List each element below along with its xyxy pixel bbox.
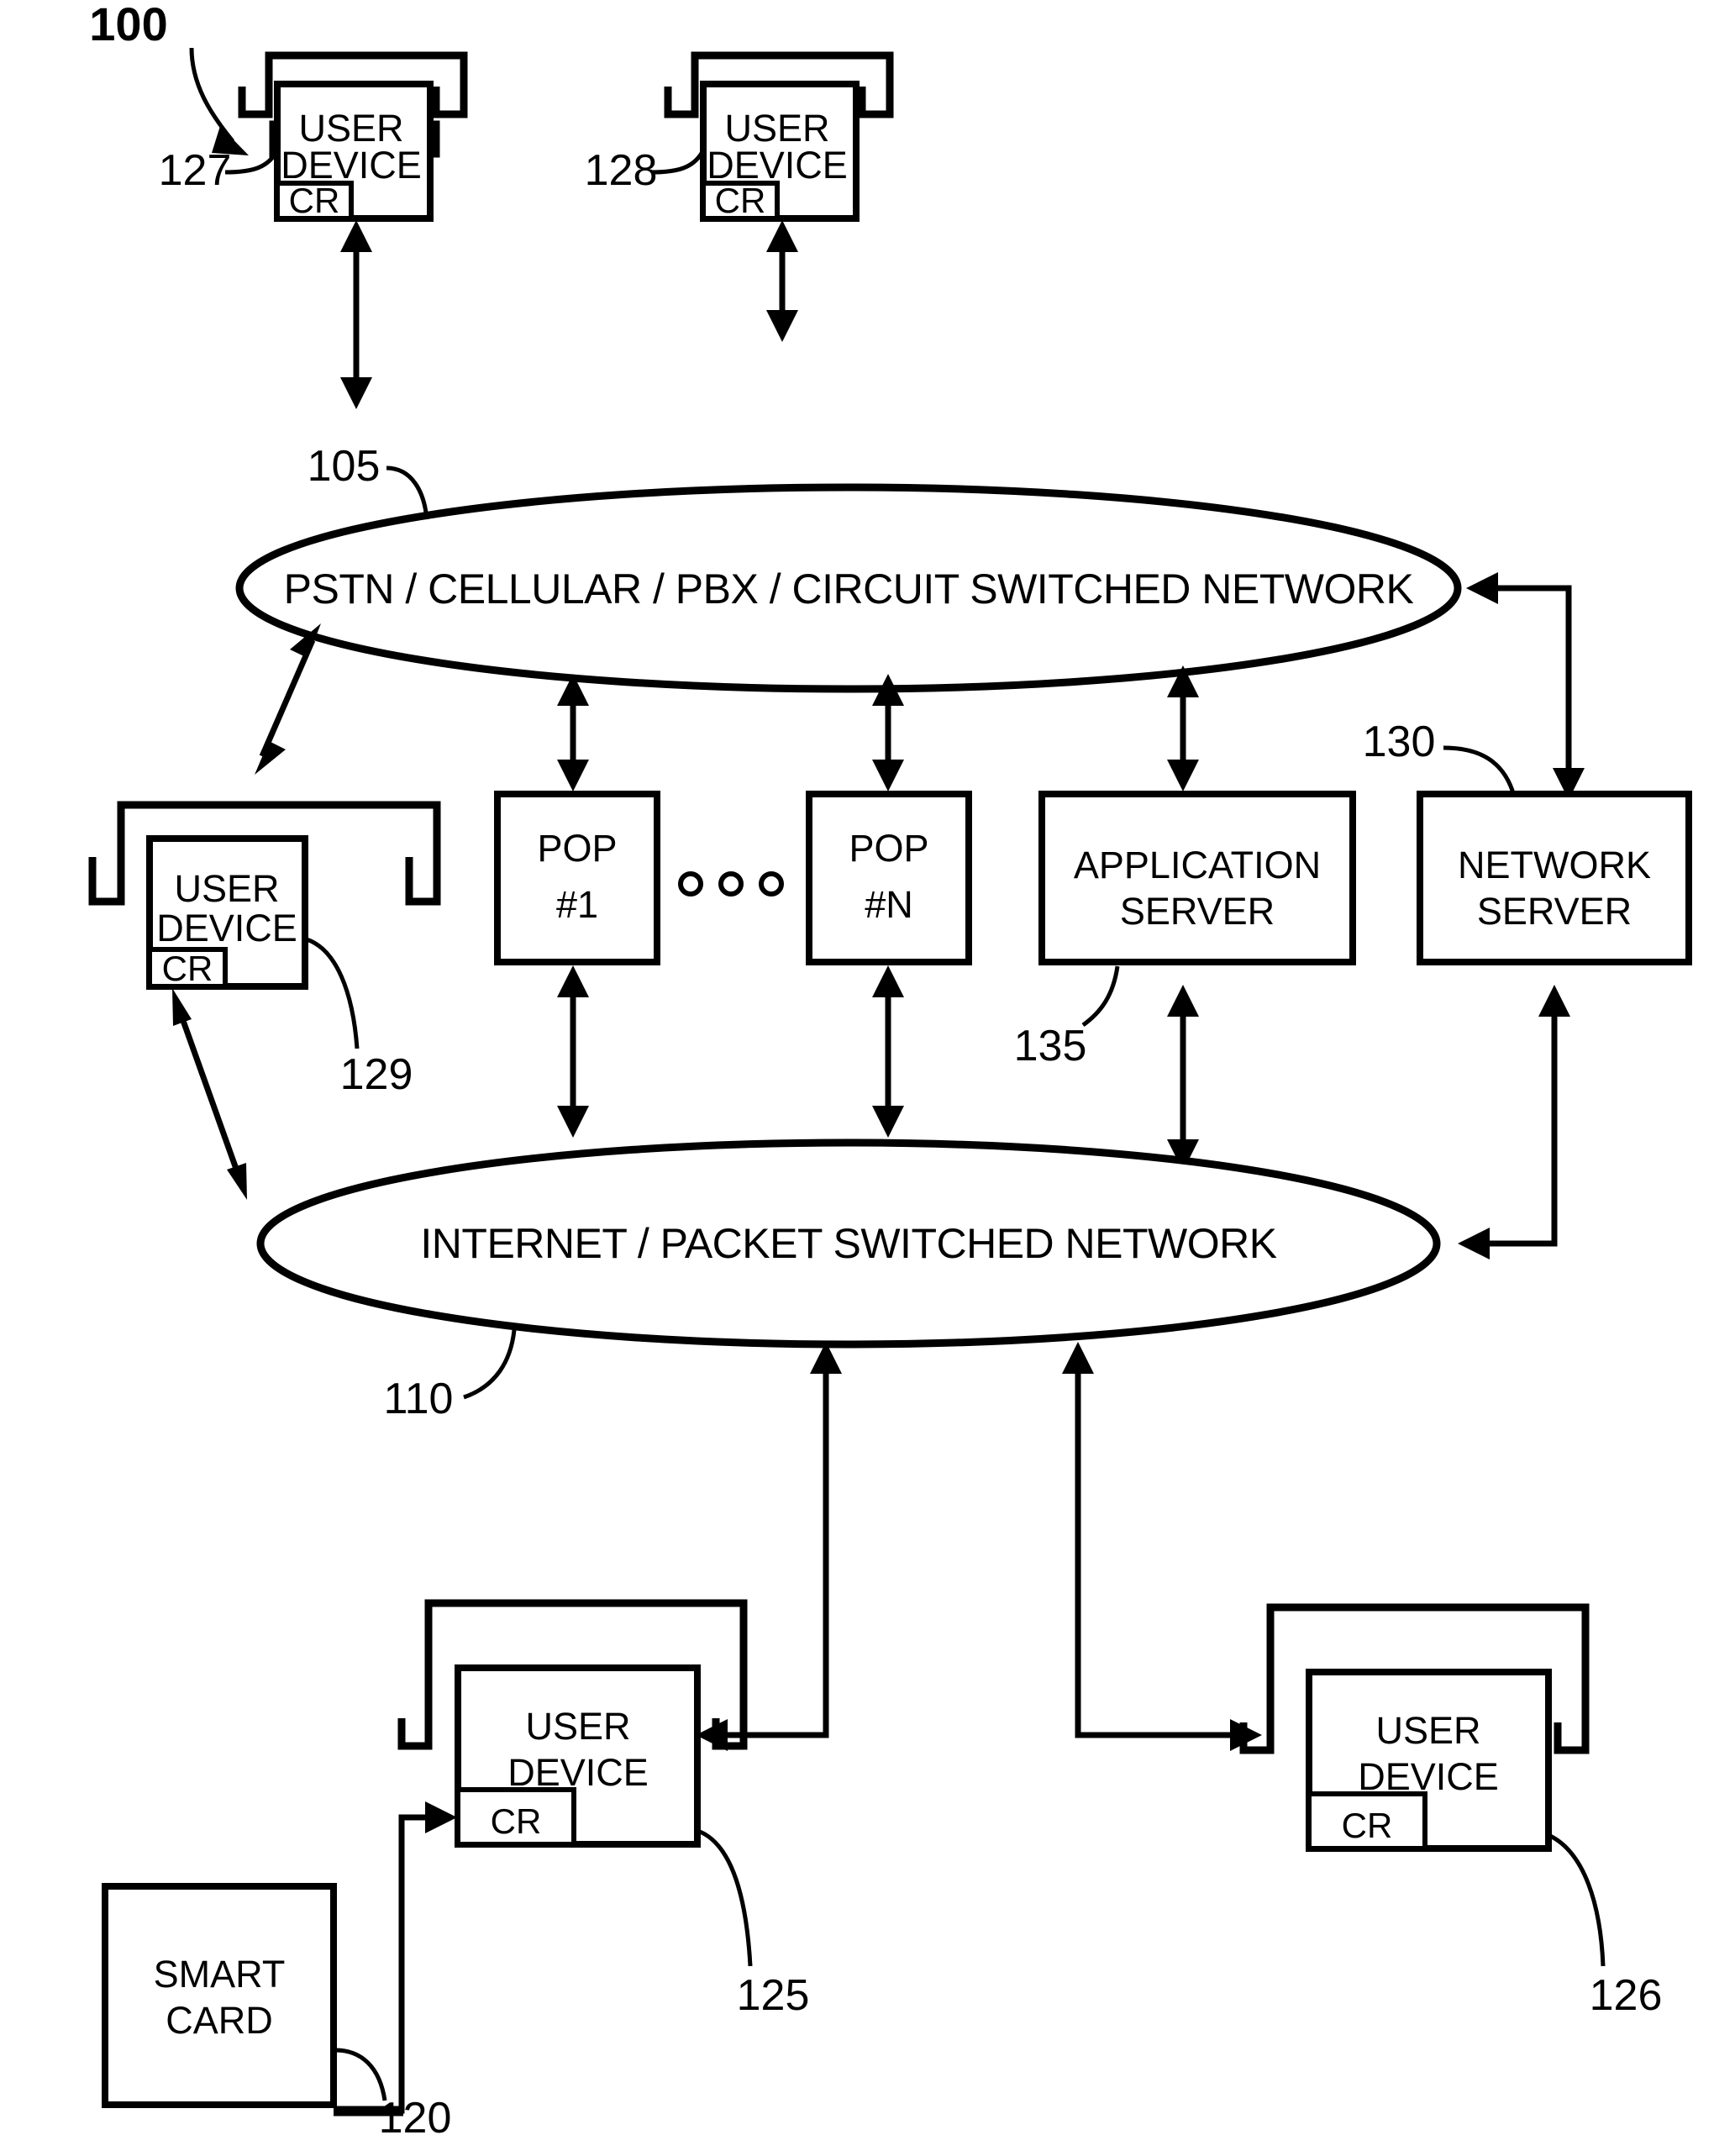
network-server-ref: 130 <box>1363 718 1436 766</box>
user-device-128-ref-leader <box>650 147 707 175</box>
user-device-125-ref-leader <box>698 1829 753 1967</box>
application-server-line2: SERVER <box>1120 890 1275 933</box>
pstn-ref-leader <box>386 465 429 520</box>
link-127-pstn <box>340 220 372 409</box>
link-internet-125 <box>696 1342 842 1751</box>
pstn-ref: 105 <box>308 442 381 491</box>
user-device-125-module: CR <box>491 1801 542 1841</box>
pop-n-line2: #N <box>865 883 913 926</box>
user-device-126-line2: DEVICE <box>1358 1755 1499 1798</box>
internet-ref: 110 <box>384 1375 454 1423</box>
link-internet-126 <box>1062 1342 1262 1751</box>
user-device-127-ref: 127 <box>159 146 232 195</box>
smart-card-line2: CARD <box>166 1999 273 2042</box>
smart-card-line1: SMART <box>154 1953 286 1996</box>
user-device-125-ref: 125 <box>737 1971 810 2020</box>
link-pstn-pop1 <box>557 674 589 791</box>
user-device-128-ref: 128 <box>585 146 658 195</box>
figure-number: 100 <box>89 0 167 50</box>
user-device-127-module: CR <box>289 181 340 220</box>
user-device-126-ref: 126 <box>1590 1971 1663 2020</box>
link-app-server-internet <box>1167 985 1199 1171</box>
user-device-129-ref: 129 <box>340 1050 413 1099</box>
user-device-129-ref-leader <box>306 937 360 1049</box>
link-pstn-129 <box>255 623 321 775</box>
pop-1-line2: #1 <box>556 883 598 926</box>
application-server-ref-leader <box>1081 965 1120 1028</box>
link-popn-internet <box>872 965 904 1138</box>
network-server-line1: NETWORK <box>1458 844 1651 886</box>
user-device-129-module: CR <box>162 949 213 988</box>
user-device-126-module: CR <box>1342 1806 1393 1845</box>
patent-figure-100: USER DEVICE CR 127 USER DEVICE CR 128 PS… <box>0 0 1735 2156</box>
link-129-internet <box>172 988 247 1200</box>
user-device-126-line1: USER <box>1375 1709 1480 1752</box>
pstn-network-label: PSTN / CELLULAR / PBX / CIRCUIT SWITCHED… <box>284 565 1414 613</box>
user-device-128-module: CR <box>715 181 766 220</box>
link-smartcard-125 <box>334 1801 457 2117</box>
pop-1-box <box>494 791 660 965</box>
smart-card-ref-leader <box>334 2048 387 2101</box>
link-network-server-internet <box>1458 985 1570 1259</box>
user-device-126-ref-leader <box>1548 1833 1606 1967</box>
link-pstn-app-server <box>1167 665 1199 791</box>
user-device-129-line2: DEVICE <box>156 907 297 949</box>
network-server-line2: SERVER <box>1477 890 1632 933</box>
link-pstn-network-server <box>1466 572 1585 800</box>
link-128-pstn <box>766 220 798 342</box>
user-device-125-line2: DEVICE <box>507 1751 649 1794</box>
network-server-ref-leader <box>1443 745 1517 797</box>
smart-card-box <box>102 1883 337 2108</box>
internet-network-label: INTERNET / PACKET SWITCHED NETWORK <box>420 1220 1276 1267</box>
application-server-line1: APPLICATION <box>1074 844 1321 886</box>
smart-card-ref: 120 <box>379 2094 452 2143</box>
pop-n-box <box>806 791 972 965</box>
user-device-129-line1: USER <box>174 867 279 910</box>
pop-n-line1: POP <box>849 827 928 870</box>
user-device-125-line1: USER <box>525 1705 630 1748</box>
pop-1-line1: POP <box>537 827 617 870</box>
internet-ref-leader <box>463 1329 517 1400</box>
application-server-ref: 135 <box>1014 1022 1087 1070</box>
link-pop1-internet <box>557 965 589 1138</box>
pop-ellipsis <box>678 871 784 897</box>
